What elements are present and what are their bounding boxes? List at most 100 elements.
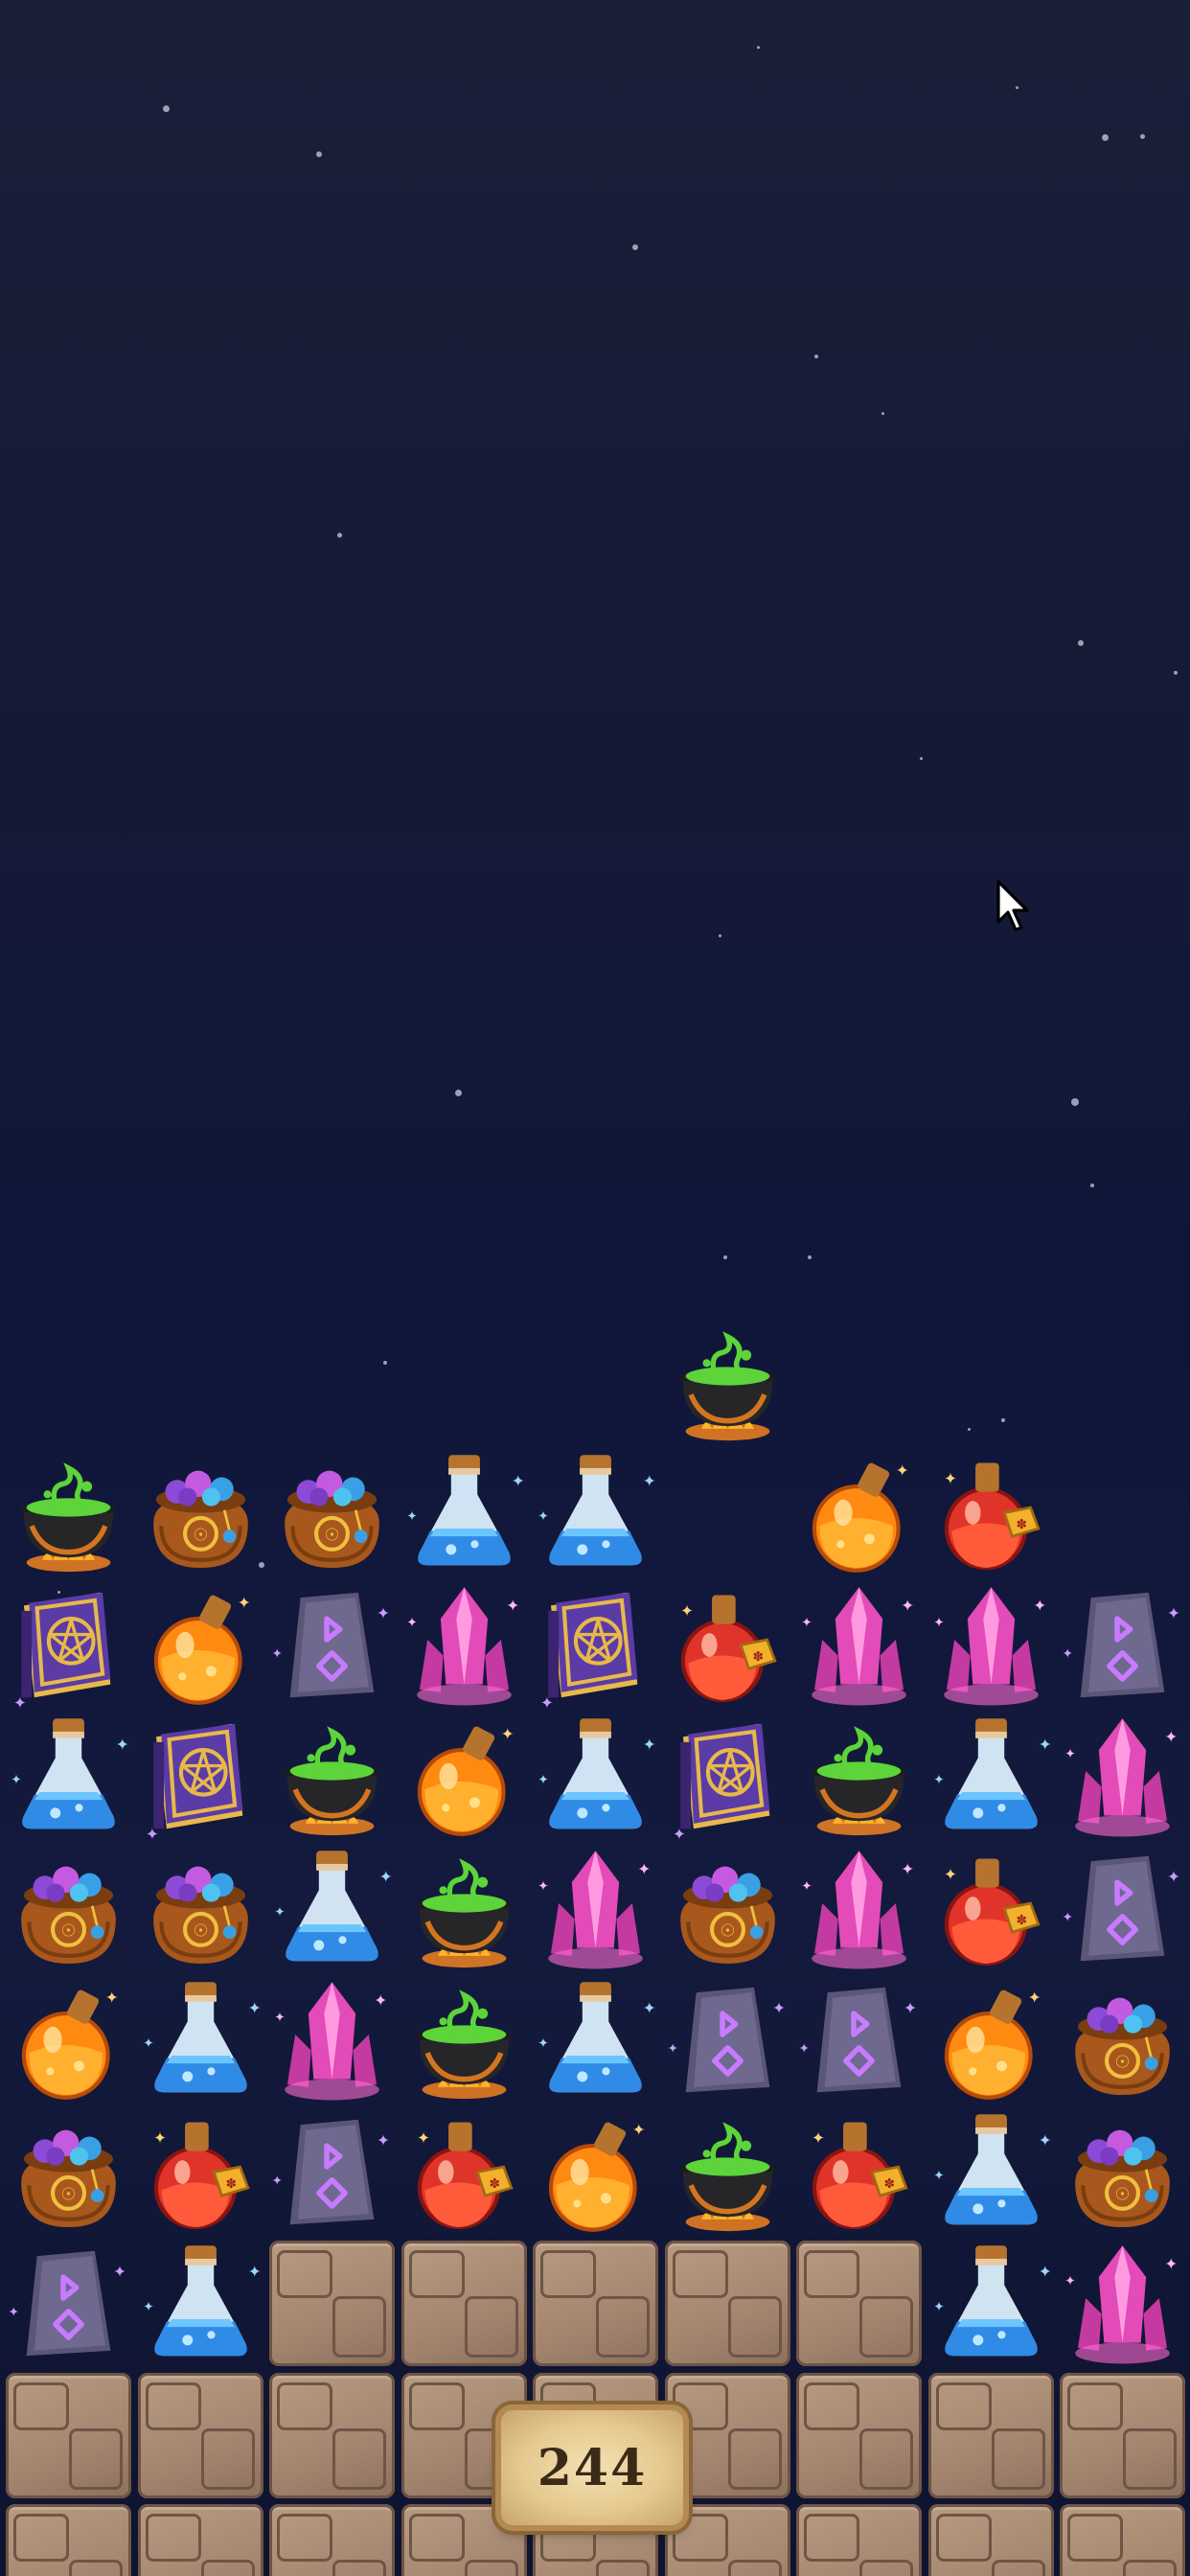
gem-treasure-bag[interactable]: ☉ — [266, 1447, 398, 1578]
gem-cauldron[interactable] — [3, 1447, 134, 1578]
svg-text:✦: ✦ — [801, 1878, 812, 1894]
gem-blue-potion[interactable]: ✦ ✦ — [399, 1447, 530, 1578]
gem-treasure-bag[interactable]: ☉ — [1057, 1974, 1188, 2105]
svg-text:✦: ✦ — [274, 1904, 285, 1920]
gem-blue-potion[interactable]: ✦ ✦ — [135, 2238, 266, 2369]
star-dot — [1102, 134, 1109, 141]
gem-treasure-bag[interactable]: ☉ — [3, 2106, 134, 2238]
svg-text:✦: ✦ — [1064, 2273, 1075, 2288]
svg-text:✦: ✦ — [511, 1472, 524, 1490]
rune-stone-icon: ✦ ✦ — [1062, 1592, 1180, 1697]
orange-potion-icon: ✦ — [153, 1594, 250, 1705]
gem-crystal[interactable]: ✦ ✦ — [793, 1843, 925, 1974]
stone-block-tile — [6, 2504, 131, 2576]
gem-rune-stone[interactable]: ✦ ✦ — [1057, 1843, 1188, 1974]
svg-text:✦: ✦ — [247, 1999, 261, 2017]
gem-treasure-bag[interactable]: ☉ — [662, 1843, 793, 1974]
gem-red-potion[interactable]: ✽ ✦ — [399, 2106, 530, 2238]
gem-red-potion[interactable]: ✽ ✦ — [135, 2106, 266, 2238]
svg-text:✦: ✦ — [1064, 1746, 1075, 1761]
blue-potion-icon: ✦ ✦ — [933, 2245, 1051, 2357]
gem-blue-potion[interactable]: ✦ ✦ — [926, 1711, 1057, 1842]
gem-crystal[interactable]: ✦ ✦ — [266, 1974, 398, 2105]
gem-cauldron[interactable] — [399, 1843, 530, 1974]
star-dot — [719, 934, 721, 937]
gem-treasure-bag[interactable]: ☉ — [135, 1447, 266, 1578]
gem-blue-potion[interactable]: ✦ ✦ — [135, 1974, 266, 2105]
gem-blue-potion[interactable]: ✦ ✦ — [530, 1974, 661, 2105]
gem-cauldron[interactable] — [662, 2106, 793, 2238]
blue-potion-icon: ✦ ✦ — [933, 1718, 1051, 1829]
gem-crystal[interactable]: ✦ ✦ — [530, 1843, 661, 1974]
svg-text:☉: ☉ — [61, 2184, 77, 2204]
crystal-icon: ✦ ✦ — [406, 1586, 519, 1706]
gem-orange-potion[interactable]: ✦ — [926, 1974, 1057, 2105]
svg-text:✦: ✦ — [143, 2036, 153, 2052]
gem-rune-stone[interactable]: ✦ ✦ — [3, 2238, 134, 2369]
gem-rune-stone[interactable]: ✦ ✦ — [266, 2106, 398, 2238]
gem-orange-potion[interactable]: ✦ — [135, 1579, 266, 1711]
svg-text:✽: ✽ — [884, 2175, 895, 2191]
gem-blue-potion[interactable]: ✦ ✦ — [926, 2238, 1057, 2369]
gem-orange-potion[interactable]: ✦ — [793, 1447, 925, 1578]
crystal-icon: ✦ ✦ — [801, 1586, 914, 1706]
star-dot — [757, 46, 760, 49]
star-dot — [881, 412, 884, 415]
gem-cauldron[interactable] — [793, 1711, 925, 1842]
gem-treasure-bag[interactable]: ☉ — [135, 1843, 266, 1974]
svg-text:✦: ✦ — [680, 1601, 694, 1620]
stone-block-tile — [927, 2372, 1054, 2498]
blue-potion-icon: ✦ ✦ — [933, 2113, 1051, 2224]
svg-text:✦: ✦ — [1027, 1989, 1041, 2007]
gem-spellbook[interactable]: ✦ — [530, 1579, 661, 1711]
svg-text:✦: ✦ — [506, 1596, 519, 1614]
gem-rune-stone[interactable]: ✦ ✦ — [793, 1974, 925, 2105]
gem-blue-potion[interactable]: ✦ ✦ — [530, 1447, 661, 1578]
gem-blue-potion[interactable]: ✦ ✦ — [926, 2106, 1057, 2238]
svg-text:✦: ✦ — [271, 1646, 282, 1662]
svg-text:✦: ✦ — [406, 1509, 417, 1525]
crystal-icon: ✦ ✦ — [1064, 2245, 1178, 2364]
gem-rune-stone[interactable]: ✦ ✦ — [1057, 1579, 1188, 1711]
gem-spellbook[interactable]: ✦ — [662, 1711, 793, 1842]
gem-red-potion[interactable]: ✽ ✦ — [662, 1579, 793, 1711]
gem-red-potion[interactable]: ✽ ✦ — [793, 2106, 925, 2238]
orange-potion-icon: ✦ — [21, 1989, 119, 2100]
gem-red-potion[interactable]: ✽ ✦ — [926, 1447, 1057, 1578]
svg-text:☉: ☉ — [325, 1525, 340, 1545]
gem-rune-stone[interactable]: ✦ ✦ — [266, 1579, 398, 1711]
gem-spellbook[interactable]: ✦ — [135, 1711, 266, 1842]
gem-orange-potion[interactable]: ✦ — [399, 1711, 530, 1842]
star-dot — [1001, 1418, 1005, 1422]
gem-crystal[interactable]: ✦ ✦ — [793, 1579, 925, 1711]
gem-crystal[interactable]: ✦ ✦ — [1057, 2238, 1188, 2369]
svg-text:✦: ✦ — [667, 2041, 677, 2057]
red-potion-icon: ✽ ✦ — [153, 2121, 250, 2229]
gem-blue-potion[interactable]: ✦ ✦ — [3, 1711, 134, 1842]
svg-text:✦: ✦ — [538, 1509, 548, 1525]
crystal-icon: ✦ ✦ — [933, 1586, 1046, 1706]
gem-red-potion[interactable]: ✽ ✦ — [926, 1843, 1057, 1974]
gem-blue-potion[interactable]: ✦ ✦ — [530, 1711, 661, 1842]
gem-spellbook[interactable]: ✦ — [3, 1579, 134, 1711]
gem-rune-stone[interactable]: ✦ ✦ — [662, 1974, 793, 2105]
gem-crystal[interactable]: ✦ ✦ — [926, 1579, 1057, 1711]
gem-orange-potion[interactable]: ✦ — [3, 1974, 134, 2105]
star-dot — [455, 1090, 462, 1096]
gem-orange-potion[interactable]: ✦ — [530, 2106, 661, 2238]
gem-cauldron[interactable] — [399, 1974, 530, 2105]
gem-cauldron[interactable] — [266, 1711, 398, 1842]
gem-treasure-bag[interactable]: ☉ — [3, 1843, 134, 1974]
svg-text:✦: ✦ — [13, 1693, 27, 1711]
falling-gem-cauldron[interactable] — [662, 1316, 793, 1447]
gem-treasure-bag[interactable]: ☉ — [1057, 2106, 1188, 2238]
crystal-icon: ✦ ✦ — [274, 1982, 387, 2101]
orange-potion-icon: ✦ — [548, 2121, 646, 2232]
gem-blue-potion[interactable]: ✦ ✦ — [266, 1843, 398, 1974]
svg-text:☉: ☉ — [1115, 2052, 1131, 2072]
gem-crystal[interactable]: ✦ ✦ — [1057, 1711, 1188, 1842]
svg-text:✦: ✦ — [1062, 1646, 1072, 1662]
svg-text:✽: ✽ — [1016, 1517, 1026, 1532]
svg-text:✦: ✦ — [379, 1868, 393, 1886]
gem-crystal[interactable]: ✦ ✦ — [399, 1579, 530, 1711]
